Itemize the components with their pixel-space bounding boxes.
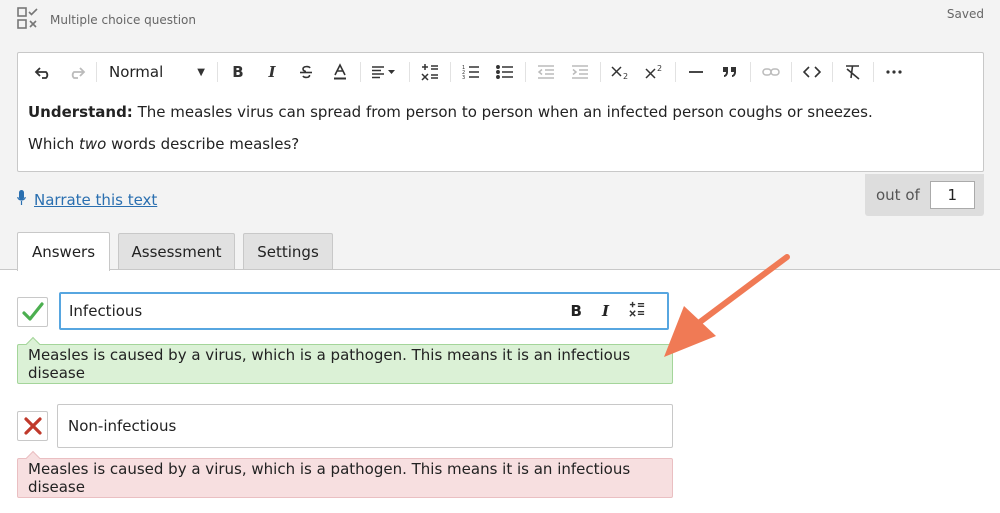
feedback-text: Measles is caused by a virus, which is a… [28, 346, 631, 382]
answer-text: Infectious [69, 302, 143, 320]
answer-input[interactable]: Non-infectious [57, 404, 673, 448]
chevron-down-icon: ▼ [197, 66, 205, 78]
strikethrough-icon[interactable] [294, 60, 318, 84]
italic-icon[interactable]: I [260, 60, 284, 84]
toolbar-divider [750, 62, 751, 82]
prompt-text-end: words describe measles? [106, 135, 300, 153]
inline-toolbar: B I [571, 294, 645, 328]
format-select-value: Normal [109, 63, 164, 81]
save-status: Saved [946, 7, 984, 21]
prompt-emphasis: two [79, 135, 107, 153]
toolbar-divider [96, 62, 97, 82]
score-label: out of [876, 186, 920, 204]
indent-icon[interactable] [568, 60, 592, 84]
annotation-arrow-icon [650, 240, 810, 370]
question-editor[interactable]: Normal ▼ B I 123 2 2 Understand: The mea… [17, 52, 984, 172]
italic-icon[interactable]: I [602, 302, 609, 320]
horizontal-rule-icon[interactable] [684, 60, 708, 84]
correct-toggle[interactable] [17, 297, 48, 327]
toolbar-divider [360, 62, 361, 82]
stem-label: Understand: [28, 103, 133, 121]
bold-icon[interactable]: B [571, 302, 582, 320]
link-icon[interactable] [759, 60, 783, 84]
multiple-choice-icon [17, 7, 39, 29]
score-box: out of [865, 174, 984, 216]
svg-text:3: 3 [462, 75, 465, 80]
question-stem: Understand: The measles virus can spread… [28, 102, 873, 122]
toolbar-divider [832, 62, 833, 82]
text-color-icon[interactable] [328, 60, 352, 84]
answer-input[interactable]: Infectious B I [59, 292, 669, 330]
editor-toolbar: Normal ▼ B I 123 2 2 [18, 53, 983, 91]
answer-feedback[interactable]: Measles is caused by a virus, which is a… [17, 344, 673, 384]
stem-text: The measles virus can spread from person… [132, 103, 873, 121]
math-icon[interactable] [629, 301, 645, 321]
bold-icon[interactable]: B [226, 60, 250, 84]
blockquote-icon[interactable] [718, 60, 742, 84]
svg-text:2: 2 [657, 64, 662, 73]
toolbar-divider [217, 62, 218, 82]
tab-answers[interactable]: Answers [17, 232, 110, 271]
subscript-icon[interactable]: 2 [609, 60, 633, 84]
question-prompt: Which two words describe measles? [28, 134, 873, 154]
code-icon[interactable] [800, 60, 824, 84]
toolbar-divider [525, 62, 526, 82]
narrate-row: Narrate this text [17, 190, 157, 210]
undo-icon[interactable] [32, 60, 54, 84]
tab-settings[interactable]: Settings [243, 233, 333, 269]
toolbar-divider [450, 62, 451, 82]
narrate-link[interactable]: Narrate this text [34, 191, 157, 209]
answer-feedback[interactable]: Measles is caused by a virus, which is a… [17, 458, 673, 498]
outdent-icon[interactable] [534, 60, 558, 84]
bullet-list-icon[interactable] [493, 60, 517, 84]
checkmark-icon [21, 302, 44, 321]
tabs-divider [0, 269, 1000, 270]
toolbar-divider [791, 62, 792, 82]
toolbar-divider [409, 62, 410, 82]
answer-text: Non-infectious [68, 417, 177, 435]
format-select[interactable]: Normal ▼ [105, 60, 209, 84]
superscript-icon[interactable]: 2 [643, 60, 667, 84]
score-input[interactable] [929, 181, 975, 209]
question-type-label: Multiple choice question [50, 13, 196, 27]
tab-assessment[interactable]: Assessment [118, 233, 235, 269]
microphone-icon [17, 190, 26, 210]
redo-icon[interactable] [66, 60, 88, 84]
toolbar-divider [675, 62, 676, 82]
more-icon[interactable] [882, 60, 906, 84]
prompt-text: Which [28, 135, 80, 153]
cross-icon [23, 417, 42, 435]
svg-text:2: 2 [623, 72, 628, 80]
clear-format-icon[interactable] [841, 60, 865, 84]
toolbar-divider [600, 62, 601, 82]
toolbar-divider [873, 62, 874, 82]
align-icon[interactable] [369, 60, 401, 84]
question-content[interactable]: Understand: The measles virus can spread… [28, 102, 873, 166]
ordered-list-icon[interactable]: 123 [459, 60, 483, 84]
wrong-toggle[interactable] [17, 411, 48, 441]
math-icon[interactable] [418, 60, 442, 84]
feedback-text: Measles is caused by a virus, which is a… [28, 460, 631, 496]
